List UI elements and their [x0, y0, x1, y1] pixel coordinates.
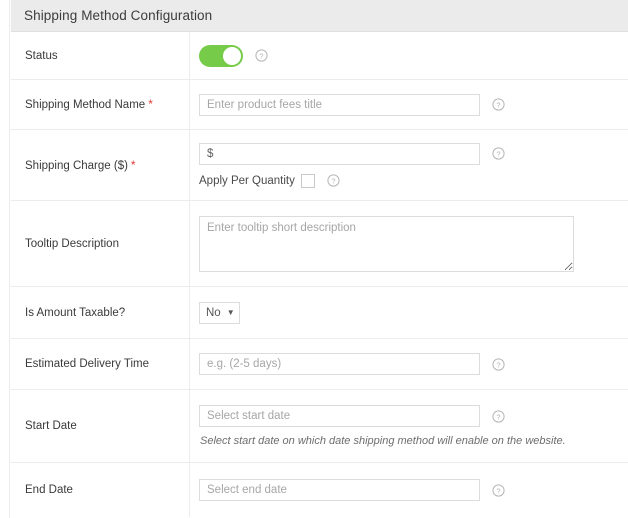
- start-date-label: Start Date: [25, 420, 77, 432]
- apply-per-quantity-line: Apply Per Quantity ?: [199, 173, 628, 188]
- label-cell-end-date: End Date: [11, 463, 190, 517]
- start-date-field-line: ?: [199, 405, 628, 427]
- end-date-label: End Date: [25, 484, 73, 496]
- status-toggle[interactable]: [199, 44, 243, 67]
- svg-text:?: ?: [259, 51, 263, 60]
- label-cell-estimated-delivery-time: Estimated Delivery Time: [11, 339, 190, 389]
- shipping-charge-label: Shipping Charge ($) *: [25, 157, 136, 172]
- shipping-charge-input[interactable]: [199, 142, 480, 165]
- row-shipping-charge: Shipping Charge ($)* ? Apply Per Qu: [11, 130, 628, 201]
- tooltip-description-textarea[interactable]: [199, 215, 574, 272]
- field-cell-estimated-delivery-time: ?: [190, 339, 628, 389]
- required-asterisk: *: [130, 157, 136, 172]
- field-cell-tooltip-description: [190, 201, 628, 286]
- status-field-line: ?: [199, 44, 628, 67]
- svg-text:?: ?: [496, 149, 500, 158]
- help-circle-icon[interactable]: ?: [492, 409, 505, 423]
- shipping-method-name-field-line: ?: [199, 93, 628, 116]
- field-cell-status: ?: [190, 32, 628, 79]
- is-amount-taxable-field-line: No ▼: [199, 301, 628, 324]
- row-shipping-method-name: Shipping Method Name* ?: [11, 80, 628, 130]
- page-root: Shipping Method Configuration Status ? S…: [0, 0, 628, 518]
- configuration-form: Status ? Shipping Method Name * Enter pr…: [11, 32, 628, 517]
- start-date-hint: Select start date on which date shipping…: [200, 435, 566, 447]
- field-cell-shipping-method-name: ?: [190, 80, 628, 129]
- shipping-method-name-input[interactable]: [199, 93, 480, 116]
- row-is-amount-taxable: Is Amount Taxable? No ▼: [11, 287, 628, 339]
- row-start-date: Start Date ? Select start date on which …: [11, 390, 628, 463]
- is-amount-taxable-label: Is Amount Taxable?: [25, 306, 126, 319]
- chevron-down-icon: ▼: [226, 307, 235, 317]
- tooltip-description-label: Tooltip Description: [25, 237, 119, 250]
- apply-per-quantity-label: Apply Per Quantity: [199, 174, 295, 187]
- estimated-delivery-time-input[interactable]: [199, 353, 480, 375]
- page-title: Shipping Method Configuration: [24, 8, 213, 23]
- row-estimated-delivery-time: Estimated Delivery Time ?: [11, 339, 628, 390]
- label-cell-shipping-method-name: Shipping Method Name *: [11, 80, 190, 129]
- label-cell-shipping-charge: Shipping Charge ($) *: [11, 130, 190, 200]
- help-circle-icon[interactable]: ?: [492, 357, 505, 371]
- field-cell-start-date: ? Select start date on which date shippi…: [190, 390, 628, 462]
- row-end-date: End Date ?: [11, 463, 628, 517]
- estimated-delivery-time-label: Estimated Delivery Time: [25, 358, 149, 370]
- shipping-method-name-label: Shipping Method Name *: [25, 97, 153, 111]
- estimated-delivery-time-field-line: ?: [199, 353, 628, 375]
- svg-text:?: ?: [331, 176, 335, 185]
- is-amount-taxable-select[interactable]: No ▼: [199, 301, 240, 324]
- svg-text:?: ?: [496, 100, 500, 109]
- svg-text:?: ?: [496, 412, 500, 421]
- is-amount-taxable-selected-value: No: [206, 306, 221, 319]
- field-cell-shipping-charge: ? Apply Per Quantity ?: [190, 130, 628, 200]
- shipping-charge-field-line: ?: [199, 142, 628, 165]
- shipping-method-configuration-panel: Shipping Method Configuration Status ? S…: [11, 0, 628, 518]
- help-circle-icon[interactable]: ?: [492, 483, 505, 497]
- end-date-field-line: ?: [199, 479, 628, 501]
- status-label: Status: [25, 49, 58, 62]
- field-cell-is-amount-taxable: No ▼: [190, 287, 628, 338]
- row-tooltip-description: Tooltip Description: [11, 201, 628, 287]
- panel-header: Shipping Method Configuration: [11, 0, 628, 32]
- help-circle-icon[interactable]: ?: [327, 174, 340, 187]
- label-cell-is-amount-taxable: Is Amount Taxable?: [11, 287, 190, 338]
- page-gutter: [0, 0, 10, 518]
- field-cell-end-date: ?: [190, 463, 628, 517]
- svg-text:?: ?: [496, 486, 500, 495]
- svg-text:?: ?: [496, 360, 500, 369]
- help-circle-icon[interactable]: ?: [492, 147, 505, 160]
- required-asterisk: *: [148, 97, 153, 111]
- label-cell-status: Status: [11, 32, 190, 79]
- label-cell-tooltip-description: Tooltip Description: [11, 201, 190, 286]
- row-status: Status ?: [11, 32, 628, 80]
- start-date-input[interactable]: [199, 405, 480, 427]
- apply-per-quantity-checkbox[interactable]: [300, 173, 315, 188]
- help-circle-icon[interactable]: ?: [255, 49, 268, 62]
- tooltip-description-field-line: [199, 215, 628, 272]
- help-circle-icon[interactable]: ?: [492, 98, 505, 111]
- end-date-input[interactable]: [199, 479, 480, 501]
- label-cell-start-date: Start Date: [11, 390, 190, 462]
- status-toggle-knob: [223, 46, 241, 65]
